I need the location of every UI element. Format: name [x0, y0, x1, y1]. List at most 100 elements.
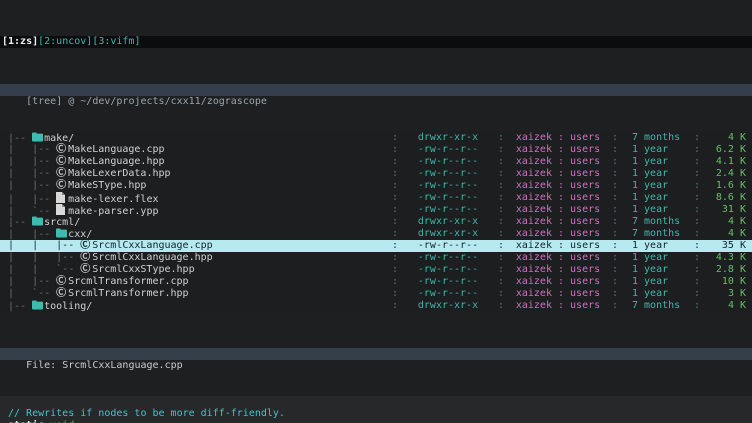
separator: : — [494, 264, 508, 276]
separator: : — [608, 240, 622, 252]
file-permissions: -rw-r--r-- — [402, 264, 494, 276]
file-row[interactable]: | `-- ⒸSrcmlTransformer.hpp:-rw-r--r--:x… — [0, 288, 752, 300]
separator: : — [388, 156, 402, 168]
tree-guides: |-- — [8, 217, 32, 228]
separator: : — [608, 168, 622, 180]
file-row[interactable]: | |-- ⒸMakeLexerData.hpp:-rw-r--r--:xaiz… — [0, 168, 752, 180]
file-mtime: 7 months — [622, 300, 690, 312]
file-permissions: drwxr-xr-x — [402, 132, 494, 144]
file-size: 8.6 K — [704, 192, 752, 204]
cpp-icon: Ⓒ — [56, 156, 68, 168]
file-owner-group: xaizek : users — [508, 168, 608, 180]
tree-guides: | |-- — [8, 276, 56, 287]
file-row[interactable]: | `-- make-parser.ypp:-rw-r--r--:xaizek … — [0, 204, 752, 216]
separator: : — [690, 264, 704, 276]
file-mtime: 1 year — [622, 276, 690, 288]
separator: : — [494, 132, 508, 144]
separator: : — [494, 180, 508, 192]
file-size: 4.3 K — [704, 252, 752, 264]
separator: : — [690, 288, 704, 300]
separator: : — [690, 156, 704, 168]
file-name: SrcmlTransformer.hpp — [68, 288, 188, 299]
tree-guides: |-- — [8, 301, 32, 312]
current-path-bar: [tree] @ ~/dev/projects/cxx11/zograscope — [0, 84, 752, 96]
file-attributes: :drwxr-xr-x:xaizek : users:7 months:4 K — [388, 132, 752, 144]
separator: : — [608, 216, 622, 228]
file-attributes: :-rw-r--r--:xaizek : users:1 year:4.3 K — [388, 252, 752, 264]
file-owner-group: xaizek : users — [508, 288, 608, 300]
file-attributes: :-rw-r--r--:xaizek : users:1 year:6.2 K — [388, 144, 752, 156]
file-name: SrcmlTransformer.cpp — [68, 276, 188, 287]
separator: : — [690, 252, 704, 264]
cpp-icon: Ⓒ — [56, 288, 68, 300]
file-owner-group: xaizek : users — [508, 252, 608, 264]
separator: : — [388, 216, 402, 228]
tree-guides: | |-- — [8, 180, 56, 191]
separator: : — [608, 276, 622, 288]
tab-3-vifm[interactable]: [3:vifm] — [92, 36, 140, 48]
separator: : — [494, 288, 508, 300]
tree-guides: | | `-- — [8, 264, 80, 275]
file-row[interactable]: | | |-- ⒸSrcmlCxxLanguage.cpp:-rw-r--r--… — [0, 240, 752, 252]
file-size: 4 K — [704, 216, 752, 228]
file-mtime: 1 year — [622, 192, 690, 204]
separator: : — [608, 288, 622, 300]
file-name: tooling/ — [44, 301, 92, 312]
file-permissions: -rw-r--r-- — [402, 252, 494, 264]
separator: : — [494, 276, 508, 288]
file-owner-group: xaizek : users — [508, 264, 608, 276]
tab-2-uncov[interactable]: [2:uncov] — [38, 36, 92, 48]
tree-guides: | |-- — [8, 144, 56, 155]
separator: : — [690, 240, 704, 252]
file-attributes: :-rw-r--r--:xaizek : users:1 year:8.6 K — [388, 192, 752, 204]
separator: : — [388, 288, 402, 300]
separator: : — [690, 204, 704, 216]
file-mtime: 1 year — [622, 252, 690, 264]
file-permissions: -rw-r--r-- — [402, 144, 494, 156]
separator: : — [608, 144, 622, 156]
file-row[interactable]: | | |-- ⒸSrcmlCxxLanguage.hpp:-rw-r--r--… — [0, 252, 752, 264]
tree-guides: | `-- — [8, 288, 56, 299]
file-mtime: 1 year — [622, 264, 690, 276]
file-owner-group: xaizek : users — [508, 216, 608, 228]
separator: : — [608, 180, 622, 192]
file-row[interactable]: | |-- ⒸMakeSType.hpp:-rw-r--r--:xaizek :… — [0, 180, 752, 192]
file-row[interactable]: | | `-- ⒸSrcmlCxxSType.hpp:-rw-r--r--:xa… — [0, 264, 752, 276]
file-name: SrcmlCxxLanguage.hpp — [92, 252, 212, 263]
separator: : — [388, 180, 402, 192]
file-attributes: :-rw-r--r--:xaizek : users:1 year:3 K — [388, 288, 752, 300]
separator: : — [494, 228, 508, 240]
file-row[interactable]: | |-- ⒸMakeLanguage.hpp:-rw-r--r--:xaize… — [0, 156, 752, 168]
tab-1-zs[interactable]: [1:zs] — [2, 36, 38, 48]
separator: : — [388, 168, 402, 180]
separator: : — [690, 276, 704, 288]
file-name: cxx/ — [68, 229, 92, 240]
separator: : — [608, 228, 622, 240]
file-row[interactable]: |-- tooling/:drwxr-xr-x:xaizek : users:7… — [0, 300, 752, 312]
file-permissions: -rw-r--r-- — [402, 288, 494, 300]
file-attributes: :-rw-r--r--:xaizek : users:1 year:31 K — [388, 204, 752, 216]
file-permissions: -rw-r--r-- — [402, 180, 494, 192]
file-row[interactable]: | |-- cxx/:drwxr-xr-x:xaizek : users:7 m… — [0, 228, 752, 240]
file-row[interactable]: | |-- ⒸMakeLanguage.cpp:-rw-r--r--:xaize… — [0, 144, 752, 156]
file-attributes: :-rw-r--r--:xaizek : users:1 year:4.1 K — [388, 156, 752, 168]
file-owner-group: xaizek : users — [508, 192, 608, 204]
file-owner-group: xaizek : users — [508, 300, 608, 312]
separator: : — [690, 300, 704, 312]
file-name: SrcmlCxxLanguage.cpp — [92, 240, 212, 251]
file-size: 2.8 K — [704, 264, 752, 276]
file-permissions: -rw-r--r-- — [402, 276, 494, 288]
cpp-icon: Ⓒ — [80, 252, 92, 264]
separator: : — [494, 240, 508, 252]
file-row[interactable]: |-- srcml/:drwxr-xr-x:xaizek : users:7 m… — [0, 216, 752, 228]
file-row[interactable]: | |-- make-lexer.flex:-rw-r--r--:xaizek … — [0, 192, 752, 204]
cpp-icon: Ⓒ — [56, 144, 68, 156]
separator: : — [608, 252, 622, 264]
file-row[interactable]: |-- make/:drwxr-xr-x:xaizek : users:7 mo… — [0, 132, 752, 144]
separator: : — [388, 144, 402, 156]
file-row[interactable]: | |-- ⒸSrcmlTransformer.cpp:-rw-r--r--:x… — [0, 276, 752, 288]
file-mtime: 7 months — [622, 228, 690, 240]
separator: : — [388, 276, 402, 288]
separator: : — [494, 168, 508, 180]
file-size: 3 K — [704, 288, 752, 300]
